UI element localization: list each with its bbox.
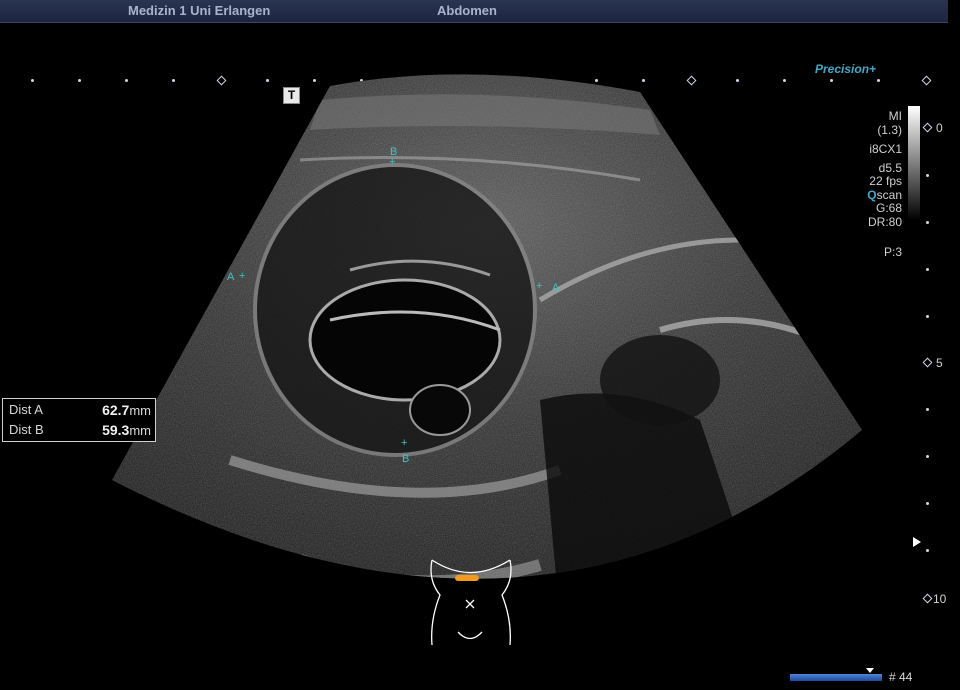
grayscale-bar [908, 106, 920, 220]
frame-number: # 44 [889, 670, 913, 684]
depth-label-5: 5 [936, 356, 943, 370]
measurement-value: 59.3 [102, 422, 130, 438]
probe-name: i8CX1 [869, 142, 902, 156]
cine-progress-bar[interactable] [790, 674, 882, 681]
measurement-label: Dist A [9, 402, 43, 417]
caliper-b-bottom-label: B [402, 453, 410, 465]
caliper-a-right-label: A [552, 282, 560, 294]
imaging-parameters: MI (1.3) i8CX1 d5.5 22 fps Qscan G:68 DR… [867, 109, 902, 260]
measurement-unit: mm [129, 423, 151, 438]
measurement-results: Dist A 62.7mm Dist B 59.3mm [2, 398, 156, 442]
probe-position-marker [455, 575, 479, 581]
qscan-q: Q [867, 187, 877, 202]
gain-value: G:68 [875, 201, 902, 215]
depth-label-10: 10 [933, 592, 947, 606]
cine-position-icon[interactable] [866, 668, 874, 673]
mi-label: MI [888, 109, 902, 123]
caliper-a-left-label: A [227, 271, 235, 283]
depth-label-0: 0 [936, 121, 943, 135]
frame-rate: 22 fps [869, 174, 902, 188]
measurement-label: Dist B [9, 422, 44, 437]
caliper-b-bottom-cross[interactable]: + [401, 437, 407, 449]
caliper-b-top-cross[interactable]: + [389, 156, 395, 168]
measurement-value: 62.7 [102, 402, 130, 418]
persistence-value: P:3 [883, 245, 902, 259]
dynamic-range: DR:80 [867, 214, 902, 229]
qscan-rest: scan [876, 187, 902, 202]
focus-marker-icon[interactable] [913, 537, 921, 547]
mi-value: (1.3) [877, 122, 902, 137]
ultrasound-image [112, 74, 862, 646]
caliper-a-left-cross[interactable]: + [239, 270, 245, 282]
measurement-row-dist-b: Dist B 59.3mm [9, 420, 151, 438]
measurement-row-dist-a: Dist A 62.7mm [9, 400, 151, 418]
caliper-a-right-cross[interactable]: + [536, 280, 542, 292]
depth-value: d5.5 [878, 160, 902, 175]
measurement-unit: mm [129, 403, 151, 418]
